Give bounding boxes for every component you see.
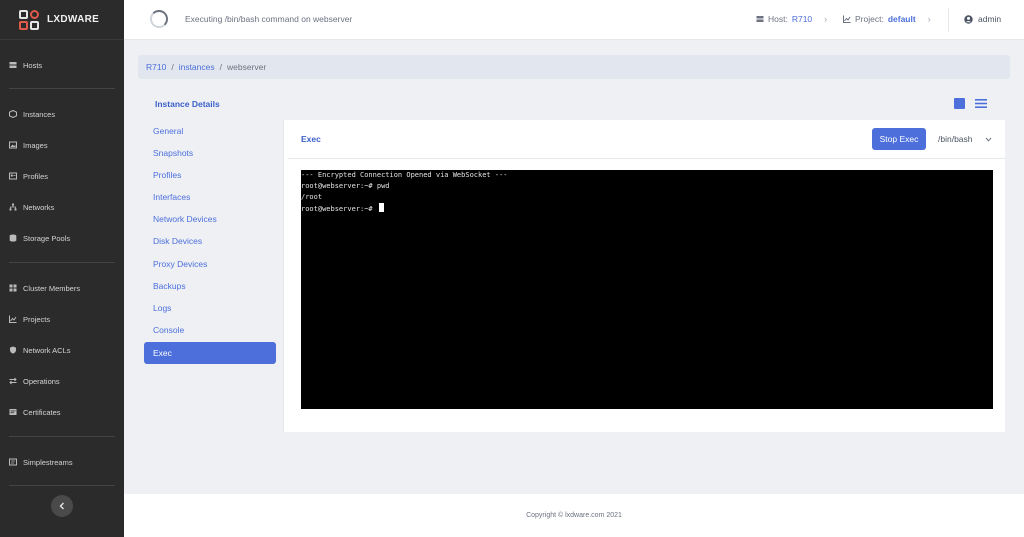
subnav-console[interactable]: Console: [144, 319, 276, 341]
sidebar-item-cluster-members[interactable]: Cluster Members: [0, 278, 124, 298]
chevron-right-icon: ›: [824, 14, 828, 24]
sidebar-item-images[interactable]: Images: [0, 135, 124, 155]
panel-divider: [288, 158, 1005, 159]
sidebar-item-hosts[interactable]: Hosts: [0, 55, 124, 75]
exchange-icon: [9, 377, 17, 385]
subnav-network-devices[interactable]: Network Devices: [144, 208, 276, 230]
sidebar: LXDWARE Hosts Instances Images Profiles …: [0, 0, 124, 537]
subnav-proxy-devices[interactable]: Proxy Devices: [144, 253, 276, 275]
sidebar-item-storage-pools[interactable]: Storage Pools: [0, 228, 124, 248]
sidebar-item-network-acls[interactable]: Network ACLs: [0, 340, 124, 360]
subnav-interfaces[interactable]: Interfaces: [144, 186, 276, 208]
terminal-line: root@webserver:~# pwd: [301, 182, 390, 190]
brand-name: LXDWARE: [47, 14, 100, 25]
project-label: Project:: [855, 14, 884, 24]
sidebar-divider: [9, 88, 115, 89]
database-icon: [9, 234, 17, 242]
sidebar-divider: [9, 485, 115, 486]
sidebar-item-label: Certificates: [23, 407, 61, 417]
view-toggle: [954, 98, 987, 109]
breadcrumb-instances[interactable]: instances: [179, 62, 215, 72]
sidebar-item-profiles[interactable]: Profiles: [0, 166, 124, 186]
sidebar-item-label: Projects: [23, 314, 51, 324]
chevron-left-icon: [59, 502, 64, 510]
sidebar-item-certificates[interactable]: Certificates: [0, 402, 124, 422]
username: admin: [978, 14, 1002, 24]
chart-icon: [843, 15, 851, 23]
topbar-divider: [948, 8, 949, 32]
network-icon: [9, 203, 17, 211]
shell-select[interactable]: /bin/bash: [932, 128, 998, 150]
sidebar-divider: [9, 436, 115, 437]
cluster-icon: [9, 284, 17, 292]
sidebar-item-projects[interactable]: Projects: [0, 309, 124, 329]
chart-icon: [9, 315, 17, 323]
project-value: default: [887, 14, 916, 24]
sidebar-divider: [9, 262, 115, 263]
shield-icon: [9, 346, 17, 354]
breadcrumb: R710 / instances / webserver: [138, 55, 1010, 79]
terminal-line: /root: [301, 193, 323, 201]
sidebar-item-label: Instances: [23, 109, 56, 119]
breadcrumb-separator: /: [219, 62, 222, 72]
host-value: R710: [791, 14, 813, 24]
sidebar-item-networks[interactable]: Networks: [0, 197, 124, 217]
stop-exec-button[interactable]: Stop Exec: [872, 128, 926, 150]
footer: Copyright © lxdware.com 2021: [124, 494, 1024, 537]
sidebar-item-label: Cluster Members: [23, 283, 81, 293]
cube-icon: [9, 110, 17, 118]
sidebar-item-operations[interactable]: Operations: [0, 371, 124, 391]
sidebar-item-label: Profiles: [23, 171, 49, 181]
sidebar-item-label: Storage Pools: [23, 233, 71, 243]
terminal-prompt: root@webserver:~#: [301, 205, 377, 213]
host-selector[interactable]: Host: R710 ›: [756, 14, 827, 24]
chevron-right-icon: ›: [927, 14, 931, 24]
operation-status: Executing /bin/bash command on webserver: [185, 14, 353, 24]
host-label: Host:: [768, 14, 788, 24]
loading-spinner-icon: [150, 10, 168, 28]
list-view-icon[interactable]: [975, 98, 987, 109]
subnav-general[interactable]: General: [144, 120, 276, 142]
instance-details-title: Instance Details: [155, 99, 220, 109]
server-icon: [756, 16, 764, 22]
lxdware-logo-icon: [19, 9, 39, 30]
brand[interactable]: LXDWARE: [0, 0, 124, 40]
subnav-profiles[interactable]: Profiles: [144, 164, 276, 186]
shell-select-value: /bin/bash: [938, 134, 973, 144]
breadcrumb-current: webserver: [227, 62, 267, 72]
breadcrumb-separator: /: [171, 62, 174, 72]
user-menu[interactable]: admin: [964, 14, 1001, 24]
image-icon: [9, 141, 17, 149]
sidebar-item-instances[interactable]: Instances: [0, 104, 124, 124]
terminal-prompt-line: root@webserver:~#: [301, 203, 993, 214]
sidebar-item-label: Operations: [23, 376, 60, 386]
sidebar-item-label: Simplestreams: [23, 457, 73, 467]
sidebar-item-label: Hosts: [23, 60, 43, 70]
grid-view-icon[interactable]: [954, 98, 965, 109]
subnav-exec[interactable]: Exec: [144, 342, 276, 364]
subnav-snapshots[interactable]: Snapshots: [144, 142, 276, 164]
copyright-text: Copyright © lxdware.com 2021: [526, 512, 622, 519]
chevron-down-icon: [985, 137, 992, 142]
subnav-logs[interactable]: Logs: [144, 297, 276, 319]
project-selector[interactable]: Project: default ›: [843, 14, 931, 24]
terminal[interactable]: --- Encrypted Connection Opened via WebS…: [301, 170, 993, 409]
sidebar-collapse-button[interactable]: [51, 495, 73, 517]
server-icon: [9, 61, 17, 69]
breadcrumb-host[interactable]: R710: [146, 62, 166, 72]
certificate-icon: [9, 408, 17, 416]
subnav-disk-devices[interactable]: Disk Devices: [144, 230, 276, 252]
terminal-cursor: [378, 203, 384, 212]
exec-title: Exec: [301, 134, 321, 144]
subnav-backups[interactable]: Backups: [144, 275, 276, 297]
top-bar: Executing /bin/bash command on webserver…: [124, 0, 1024, 40]
sidebar-item-label: Images: [23, 140, 48, 150]
user-circle-icon: [964, 14, 973, 24]
profile-icon: [9, 172, 17, 180]
sidebar-item-label: Network ACLs: [23, 345, 71, 355]
sidebar-item-label: Networks: [23, 202, 55, 212]
sidebar-item-simplestreams[interactable]: Simplestreams: [0, 452, 124, 472]
stream-icon: [9, 458, 17, 466]
terminal-line: --- Encrypted Connection Opened via WebS…: [301, 171, 508, 179]
